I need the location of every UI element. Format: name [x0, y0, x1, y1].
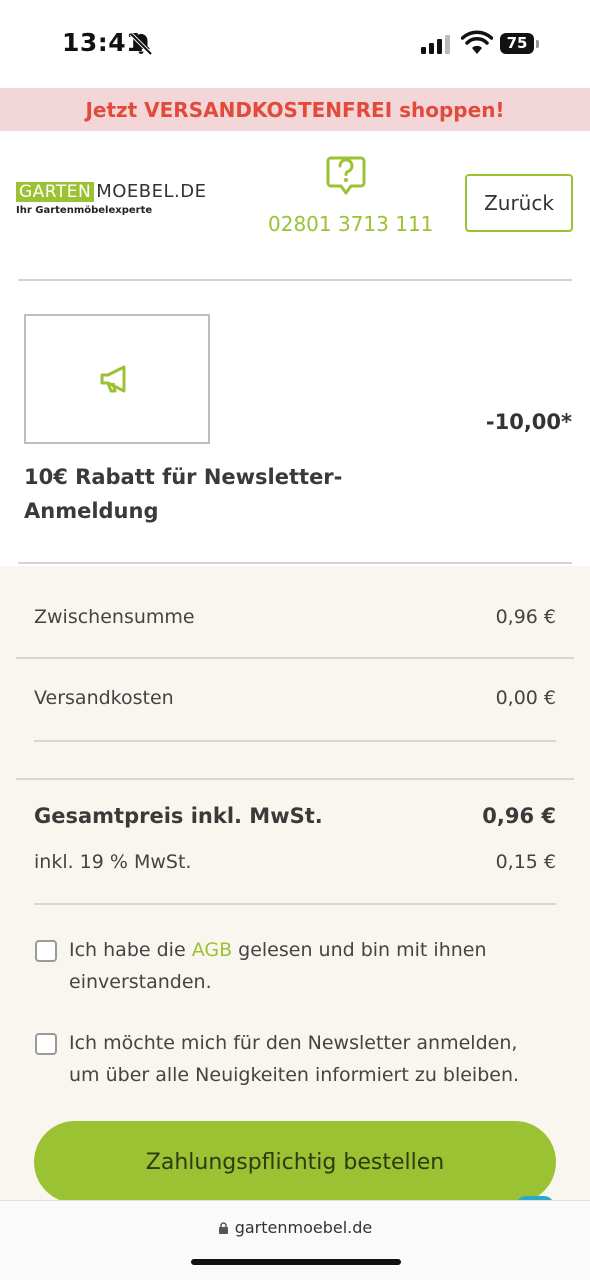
vat-value: 0,15 € — [495, 851, 556, 873]
total-label: Gesamtpreis inkl. MwSt. — [34, 804, 323, 828]
product-divider — [18, 562, 572, 564]
vat-label: inkl. 19 % MwSt. — [34, 851, 192, 873]
logo-tagline: Ihr Gartenmöbelexperte — [16, 205, 153, 216]
bell-muted-icon — [129, 32, 153, 56]
product-price: -10,00* — [485, 410, 572, 434]
question-chat-icon[interactable] — [325, 152, 367, 198]
cell-signal-icon — [421, 35, 450, 54]
order-summary — [0, 566, 590, 1206]
wifi-icon — [461, 30, 493, 54]
agb-text-after: gelesen und bin mit ihnen — [232, 939, 487, 961]
browser-bottom-bar — [0, 1200, 590, 1280]
home-indicator[interactable] — [191, 1259, 401, 1265]
logo-part-garten: GARTEN — [16, 182, 95, 202]
agb-text: Ich habe die AGB gelesen und bin mit ihn… — [69, 934, 569, 998]
product-thumbnail[interactable] — [24, 314, 210, 444]
subtotal-value: 0,96 € — [495, 606, 556, 628]
promo-text: Jetzt VERSANDKOSTENFREI shoppen! — [85, 97, 505, 122]
lock-icon — [218, 1222, 228, 1234]
header-divider — [18, 279, 572, 281]
total-value: 0,96 € — [482, 804, 556, 828]
back-button[interactable]: Zurück — [465, 174, 573, 232]
back-button-label: Zurück — [484, 191, 554, 215]
browser-url-text: gartenmoebel.de — [234, 1218, 373, 1237]
agb-link[interactable]: AGB — [192, 939, 232, 961]
site-logo[interactable]: GARTEN MOEBEL.DE Ihr Gartenmöbelexperte — [16, 182, 236, 222]
shipping-value: 0,00 € — [495, 687, 556, 709]
newsletter-text-line1: Ich möchte mich für den Newsletter anmel… — [69, 1032, 518, 1054]
product-title: 10€ Rabatt für Newsletter-Anmeldung — [24, 465, 343, 523]
summary-divider — [16, 657, 574, 659]
logo-part-moebel: MOEBEL.DE — [96, 181, 207, 202]
newsletter-text-line2: um über alle Neuigkeiten informiert zu b… — [69, 1064, 520, 1086]
newsletter-checkbox[interactable] — [35, 1033, 57, 1055]
summary-divider — [34, 740, 556, 742]
agb-checkbox[interactable] — [35, 940, 57, 962]
place-order-label: Zahlungspflichtig bestellen — [145, 1149, 445, 1175]
phone-number-link[interactable]: 02801 3713 111 — [268, 212, 433, 236]
promo-banner[interactable]: Jetzt VERSANDKOSTENFREI shoppen! — [0, 88, 590, 131]
browser-url[interactable]: gartenmoebel.de — [0, 1218, 590, 1237]
newsletter-text: Ich möchte mich für den Newsletter anmel… — [69, 1027, 579, 1091]
place-order-button[interactable]: Zahlungspflichtig bestellen — [34, 1121, 556, 1203]
battery-indicator: 75 — [500, 33, 540, 55]
shipping-label: Versandkosten — [34, 687, 174, 709]
megaphone-icon — [100, 365, 126, 393]
subtotal-label: Zwischensumme — [34, 606, 195, 628]
agb-text-line2: einverstanden. — [69, 971, 212, 993]
battery-percent: 75 — [506, 34, 528, 52]
agb-text-before: Ich habe die — [69, 939, 192, 961]
summary-divider — [16, 778, 574, 780]
summary-divider — [34, 903, 556, 905]
